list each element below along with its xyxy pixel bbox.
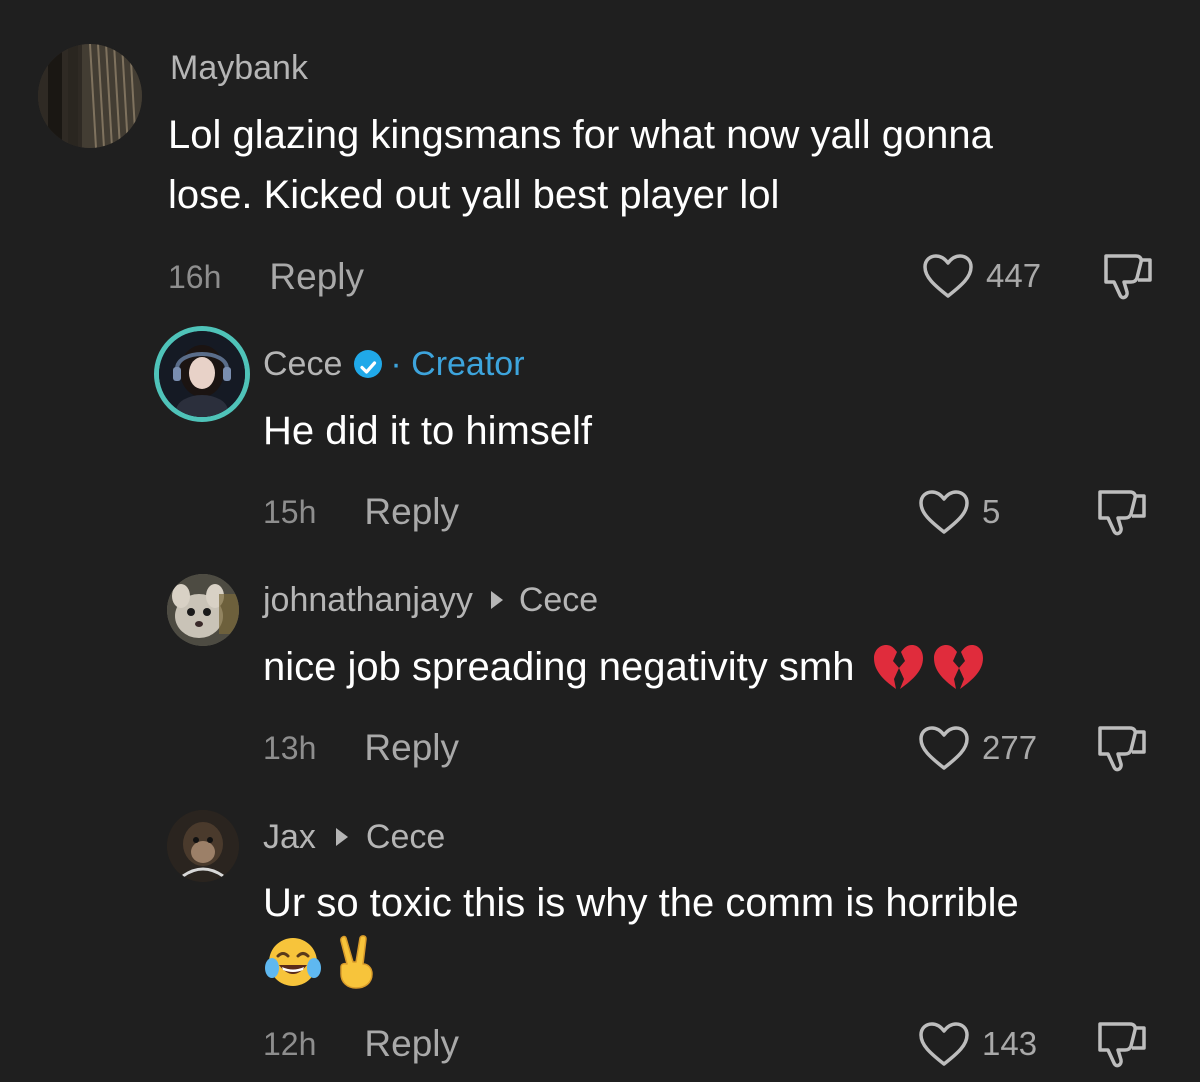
comment-text-line: Ur so toxic this is why the comm is horr… (263, 881, 1019, 925)
like-button[interactable]: 277 (918, 724, 1037, 772)
dislike-button[interactable] (1094, 724, 1148, 779)
comment-author-johnathanjayy[interactable]: johnathanjayy Cece (263, 580, 598, 620)
like-count: 5 (982, 493, 1001, 530)
reply-arrow-icon (490, 591, 503, 609)
comment-text-line: lose. Kicked out yall best player lol (168, 173, 780, 217)
comment-author-cece[interactable]: Cece · Creator (263, 344, 525, 384)
tears-of-joy-emoji (264, 934, 322, 990)
comment-text-line: nice job spreading negativity smh (263, 645, 855, 689)
comment-text: Ur so toxic this is why the comm is horr… (263, 873, 1019, 933)
reply-to-username[interactable]: Cece (366, 817, 445, 857)
dislike-button[interactable] (1094, 488, 1148, 543)
comment-text-line: Lol glazing kingsmans for what now yall … (168, 113, 993, 157)
avatar-cece-image (159, 331, 245, 417)
comment-time: 12h (263, 1025, 317, 1062)
comment-meta: 15h Reply (263, 490, 459, 534)
like-button[interactable]: 5 (918, 488, 1000, 536)
dislike-button[interactable] (1094, 1020, 1148, 1075)
heart-outline-icon (923, 254, 973, 298)
comment-author-maybank[interactable]: Maybank (170, 48, 308, 88)
comment-time: 15h (263, 493, 317, 530)
avatar-jax-image (167, 810, 239, 882)
like-count: 447 (986, 257, 1042, 294)
comment-text-line: He did it to himself (263, 409, 593, 453)
thumbs-down-icon (1098, 1022, 1146, 1068)
reply-button[interactable]: Reply (364, 727, 459, 769)
username[interactable]: johnathanjayy (263, 580, 473, 620)
heart-outline-icon (919, 726, 969, 770)
avatar-maybank[interactable] (38, 44, 142, 148)
comment-meta: 13h Reply (263, 726, 459, 770)
comment-maybank: Maybank Lol glazing kingsmans for what n… (0, 0, 1200, 320)
comment-jax: Jax Cece Ur so toxic this is why the com… (0, 800, 1200, 1082)
avatar-cece[interactable] (154, 326, 250, 422)
comment-text: Lol glazing kingsmans for what now yall … (168, 105, 993, 225)
thumbs-down-icon (1098, 490, 1146, 536)
username[interactable]: Maybank (170, 48, 308, 88)
broken-heart-emoji (872, 643, 924, 691)
username[interactable]: Cece (263, 344, 342, 384)
avatar-johnathanjayy[interactable] (167, 574, 239, 646)
creator-label: · Creator (390, 345, 525, 383)
comment-johnathanjayy: johnathanjayy Cece nice job spreading ne… (0, 560, 1200, 800)
thumbs-down-icon (1098, 726, 1146, 772)
heart-outline-icon (919, 1022, 969, 1066)
reply-to-username[interactable]: Cece (519, 580, 598, 620)
reply-arrow-icon (335, 828, 348, 846)
comment-meta: 16h Reply (168, 255, 364, 299)
comment-time: 13h (263, 729, 317, 766)
comment-time: 16h (168, 258, 222, 295)
emoji-row (264, 934, 376, 990)
verified-badge-icon (354, 350, 383, 378)
comment-author-jax[interactable]: Jax Cece (263, 817, 445, 857)
like-count: 277 (982, 729, 1038, 766)
like-button[interactable]: 447 (922, 252, 1041, 300)
avatar-jax[interactable] (167, 810, 239, 882)
thumbs-down-icon (1104, 254, 1152, 300)
broken-heart-emoji (932, 643, 984, 691)
username[interactable]: Jax (263, 817, 316, 857)
like-button[interactable]: 143 (918, 1020, 1037, 1068)
avatar-johnathanjayy-image (167, 574, 239, 646)
avatar-maybank-image (38, 44, 142, 148)
dislike-button[interactable] (1100, 252, 1154, 307)
reply-button[interactable]: Reply (364, 1023, 459, 1065)
comment-meta: 12h Reply (263, 1022, 459, 1066)
reply-button[interactable]: Reply (364, 491, 459, 533)
like-count: 143 (982, 1025, 1038, 1062)
comment-text: He did it to himself (263, 401, 592, 461)
comment-cece: Cece · Creator He did it to himself 15h … (0, 320, 1200, 550)
victory-hand-emoji (336, 934, 376, 990)
comment-text: nice job spreading negativity smh (263, 637, 984, 697)
reply-button[interactable]: Reply (269, 256, 364, 298)
heart-outline-icon (919, 490, 969, 534)
